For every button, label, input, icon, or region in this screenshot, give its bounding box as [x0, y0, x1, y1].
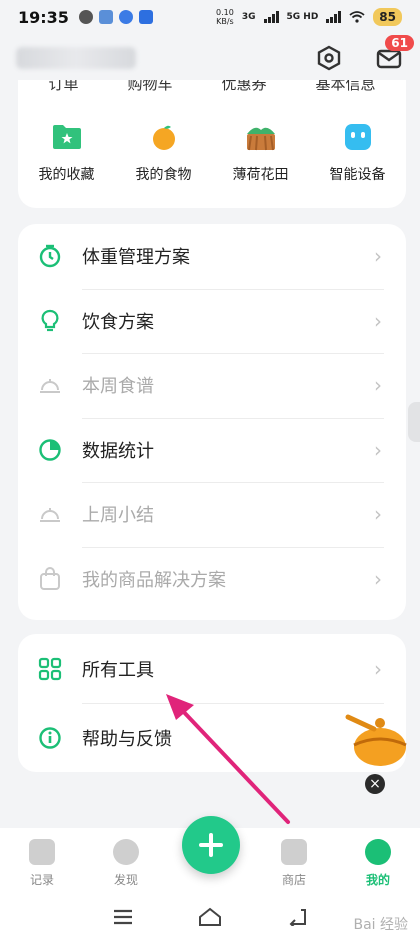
timer-icon — [38, 244, 62, 268]
shortcuts-card: 订单 购物车 优惠券 基本信息 我的收藏 我的食物 薄荷花田 智能设备 — [18, 80, 406, 208]
tab-mine[interactable]: 我的 — [336, 828, 420, 894]
shopping-bag-icon — [281, 839, 307, 865]
back-icon[interactable] — [287, 908, 307, 926]
wifi-icon — [349, 11, 365, 23]
floating-pot-widget[interactable] — [344, 713, 410, 769]
clipboard-icon — [29, 839, 55, 865]
tab-record[interactable]: 记录 — [0, 828, 84, 894]
settings-button[interactable] — [314, 43, 344, 73]
info-icon — [38, 726, 62, 750]
chevron-right-icon: › — [374, 373, 382, 398]
chevron-right-icon: › — [374, 566, 382, 591]
plus-icon — [199, 833, 223, 857]
shortcut-cart[interactable]: 购物车 — [127, 80, 172, 98]
profile-face-icon — [365, 839, 391, 865]
feature-smart-devices[interactable]: 智能设备 — [315, 120, 401, 184]
shortcut-basic-info[interactable]: 基本信息 — [315, 80, 375, 98]
menu-icon[interactable] — [113, 909, 133, 925]
orange-icon — [147, 120, 181, 154]
feature-favorites[interactable]: 我的收藏 — [24, 120, 110, 184]
planet-icon — [113, 839, 139, 865]
menu-item-statistics[interactable]: 数据统计 › — [18, 417, 406, 483]
menu-item-last-week-summary[interactable]: 上周小结 › — [18, 482, 406, 547]
side-drawer-handle[interactable] — [408, 402, 420, 442]
settings-icon — [317, 45, 341, 71]
smart-device-icon — [341, 120, 375, 154]
app-notification-icon — [78, 10, 93, 24]
chevron-right-icon: › — [374, 437, 382, 462]
messages-button[interactable]: 61 — [374, 35, 414, 73]
battery-indicator: 85 — [373, 8, 402, 26]
chevron-right-icon: › — [374, 244, 382, 269]
shortcut-coupons[interactable]: 优惠券 — [221, 80, 266, 98]
menu-item-weight-plan[interactable]: 体重管理方案 › — [18, 224, 406, 289]
shortcut-orders[interactable]: 订单 — [48, 80, 78, 98]
watermark: Bai 经验 — [353, 917, 408, 933]
notification-icons — [78, 10, 153, 24]
chevron-right-icon: › — [374, 502, 382, 527]
message-count-badge: 61 — [385, 35, 414, 51]
menu-item-all-tools[interactable]: 所有工具 › — [18, 634, 406, 703]
app-notification-icon — [118, 10, 133, 24]
username-blurred — [16, 47, 136, 69]
status-bar: 19:35 0.10 KB/s 3G 5G HD 85 — [0, 0, 420, 34]
plans-menu-card: 体重管理方案 › 饮食方案 › 本周食谱 › 数据统计 › 上周小结 › 我的商… — [18, 224, 406, 620]
cut-off-shortcut-row: 订单 购物车 优惠券 基本信息 — [18, 80, 406, 98]
food-cover-icon — [38, 502, 62, 526]
cooking-pot-icon — [345, 714, 407, 766]
signal-3g-label: 3G — [241, 12, 256, 22]
tab-store[interactable]: 商店 — [252, 828, 336, 894]
lightbulb-icon — [38, 309, 62, 333]
shopping-bag-icon — [38, 566, 62, 591]
status-indicators: 0.10 KB/s 3G 5G HD 85 — [216, 8, 402, 26]
status-time: 19:35 — [18, 7, 69, 27]
signal-5g-label: 5G HD — [286, 12, 319, 22]
app-notification-icon — [138, 10, 153, 24]
feature-mint-farm[interactable]: 薄荷花田 — [218, 120, 304, 184]
chevron-right-icon: › — [374, 656, 382, 681]
grid-icon — [38, 657, 62, 681]
signal-bars-icon — [326, 11, 342, 23]
folder-star-icon — [50, 120, 84, 154]
menu-item-diet-plan[interactable]: 饮食方案 › — [18, 288, 406, 354]
profile-header: 61 — [0, 34, 420, 82]
signal-bars-icon — [263, 11, 279, 23]
food-cover-icon — [38, 373, 62, 397]
feature-my-food[interactable]: 我的食物 — [121, 120, 207, 184]
farm-field-icon — [244, 120, 278, 154]
add-record-button[interactable] — [182, 816, 240, 874]
home-icon[interactable] — [198, 907, 222, 927]
close-floating-widget-button[interactable]: × — [365, 774, 385, 794]
network-speed: 0.10 KB/s — [216, 8, 234, 26]
pie-chart-icon — [38, 438, 62, 462]
menu-item-product-solutions[interactable]: 我的商品解决方案 › — [18, 546, 406, 612]
menu-item-weekly-recipes[interactable]: 本周食谱 › — [18, 353, 406, 418]
app-notification-icon — [98, 10, 113, 24]
tab-discover[interactable]: 发现 — [84, 828, 168, 894]
chevron-right-icon: › — [374, 308, 382, 333]
